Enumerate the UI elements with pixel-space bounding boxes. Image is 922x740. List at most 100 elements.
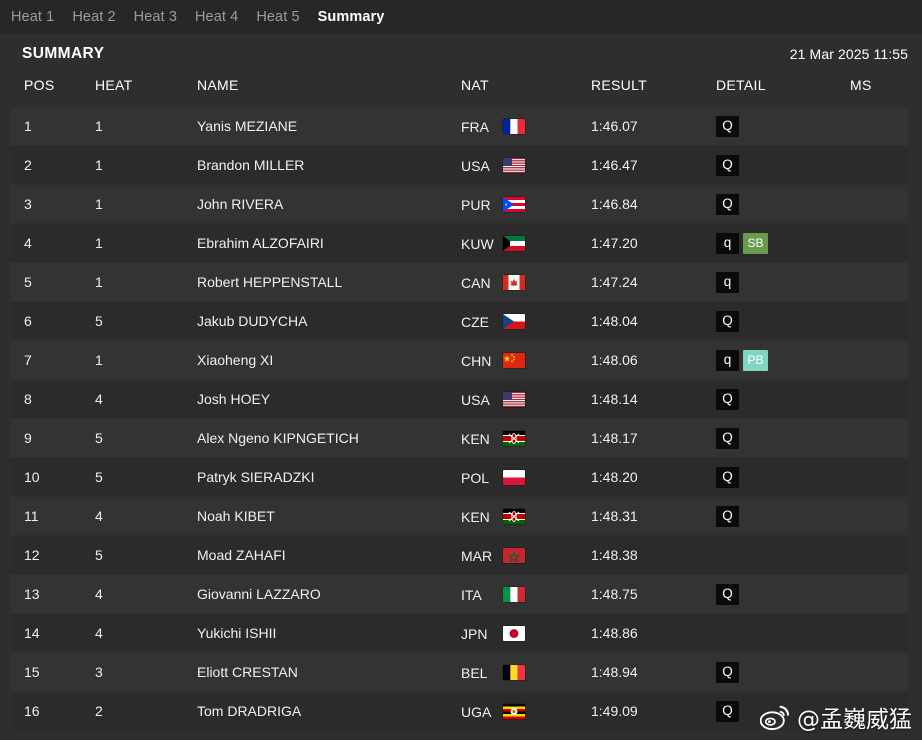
status-badge: Q xyxy=(716,583,739,605)
cell-ms xyxy=(850,496,908,536)
cell-position: 7 xyxy=(11,340,95,380)
cell-name: Brandon MILLER xyxy=(197,145,461,185)
table-row[interactable]: 6 5 Jakub DUDYCHA CZE 1:48.04 Q xyxy=(11,301,908,341)
cell-position: 2 xyxy=(11,145,95,185)
cell-position: 14 xyxy=(11,613,95,653)
cell-name: John RIVERA xyxy=(197,184,461,224)
table-row[interactable]: 12 5 Moad ZAHAFI MAR 1:48.38 xyxy=(11,535,908,575)
nat-code: JPN xyxy=(461,625,488,642)
table-row[interactable]: 7 1 Xiaoheng XI CHN 1:48.06 q PB xyxy=(11,340,908,380)
cell-detail: Q xyxy=(716,184,850,224)
detail-badges: q PB xyxy=(716,349,850,371)
cell-detail: Q xyxy=(716,301,850,341)
table-row[interactable]: 4 1 Ebrahim ALZOFAIRI KUW 1:47.20 q SB xyxy=(11,223,908,263)
cell-name: Robert HEPPENSTALL xyxy=(197,262,461,302)
table-row[interactable]: 9 5 Alex Ngeno KIPNGETICH KEN 1:48.17 Q xyxy=(11,418,908,458)
flag-icon xyxy=(503,665,525,681)
cell-heat: 5 xyxy=(95,457,197,497)
nat-code: USA xyxy=(461,157,490,174)
cell-heat: 1 xyxy=(95,184,197,224)
tab-heat-3[interactable]: Heat 3 xyxy=(134,7,177,27)
cell-position: 6 xyxy=(11,301,95,341)
cell-ms xyxy=(850,457,908,497)
cell-name: Noah KIBET xyxy=(197,496,461,536)
nat-code: FRA xyxy=(461,118,489,135)
cell-detail xyxy=(716,535,850,575)
column-header-heat: HEAT xyxy=(95,77,133,93)
table-row[interactable]: 14 4 Yukichi ISHII JPN 1:48.86 xyxy=(11,613,908,653)
cell-result: 1:48.20 xyxy=(591,457,716,497)
cell-name: Yukichi ISHII xyxy=(197,613,461,653)
table-row[interactable]: 13 4 Giovanni LAZZARO ITA 1:48.75 Q xyxy=(11,574,908,614)
tab-heat-4[interactable]: Heat 4 xyxy=(195,7,238,27)
table-row[interactable]: 10 5 Patryk SIERADZKI POL 1:48.20 Q xyxy=(11,457,908,497)
detail-badges: Q xyxy=(716,154,850,176)
cell-result: 1:48.31 xyxy=(591,496,716,536)
cell-result: 1:46.84 xyxy=(591,184,716,224)
tab-heat-2[interactable]: Heat 2 xyxy=(72,7,115,27)
cell-result: 1:48.04 xyxy=(591,301,716,341)
cell-detail: Q xyxy=(716,496,850,536)
detail-badges: Q xyxy=(716,310,850,332)
tab-heat-1[interactable]: Heat 1 xyxy=(11,7,54,27)
cell-heat: 1 xyxy=(95,223,197,263)
cell-result: 1:48.86 xyxy=(591,613,716,653)
cell-ms xyxy=(850,574,908,614)
cell-detail: Q xyxy=(716,652,850,692)
cell-name: Xiaoheng XI xyxy=(197,340,461,380)
cell-name: Giovanni LAZZARO xyxy=(197,574,461,614)
column-header-ms: MS xyxy=(850,77,872,93)
tab-heat-5[interactable]: Heat 5 xyxy=(256,7,299,27)
flag-icon xyxy=(503,275,525,291)
status-badge: q xyxy=(716,271,739,293)
nat-code: KEN xyxy=(461,430,490,447)
nat-code: PUR xyxy=(461,196,491,213)
cell-result: 1:48.38 xyxy=(591,535,716,575)
tab-summary[interactable]: Summary xyxy=(318,7,385,27)
cell-nationality: KEN xyxy=(461,418,591,458)
results-table: POS HEAT NAME NAT RESULT DETAIL MS 1 1 Yan… xyxy=(11,72,908,731)
cell-nationality: CZE xyxy=(461,301,591,341)
cell-heat: 1 xyxy=(95,340,197,380)
results-page: Heat 1 Heat 2 Heat 3 Heat 4 Heat 5 Summary SU… xyxy=(0,0,922,740)
table-row[interactable]: 8 4 Josh HOEY USA 1:48.14 Q xyxy=(11,379,908,419)
cell-detail: Q xyxy=(716,691,850,731)
table-row[interactable]: 3 1 John RIVERA PUR 1:46.84 Q xyxy=(11,184,908,224)
cell-nationality: MAR xyxy=(461,535,591,575)
nat-code: CZE xyxy=(461,313,489,330)
nat-code: CAN xyxy=(461,274,491,291)
cell-ms xyxy=(850,340,908,380)
cell-position: 5 xyxy=(11,262,95,302)
column-header-pos: POS xyxy=(24,77,55,93)
cell-result: 1:46.47 xyxy=(591,145,716,185)
cell-ms xyxy=(850,223,908,263)
cell-result: 1:48.94 xyxy=(591,652,716,692)
cell-detail: Q xyxy=(716,379,850,419)
cell-heat: 4 xyxy=(95,379,197,419)
cell-heat: 1 xyxy=(95,262,197,302)
status-badge: Q xyxy=(716,193,739,215)
status-badge: Q xyxy=(716,661,739,683)
cell-name: Moad ZAHAFI xyxy=(197,535,461,575)
cell-ms xyxy=(850,691,908,731)
table-row[interactable]: 15 3 Eliott CRESTAN BEL 1:48.94 Q xyxy=(11,652,908,692)
cell-nationality: USA xyxy=(461,379,591,419)
results-table-header: POS HEAT NAME NAT RESULT DETAIL MS xyxy=(11,72,908,107)
table-row[interactable]: 1 1 Yanis MEZIANE FRA 1:46.07 Q xyxy=(11,106,908,146)
table-row[interactable]: 5 1 Robert HEPPENSTALL CAN 1:47.24 q xyxy=(11,262,908,302)
table-row[interactable]: 2 1 Brandon MILLER USA 1:46.47 Q xyxy=(11,145,908,185)
cell-nationality: PUR xyxy=(461,184,591,224)
table-row[interactable]: 11 4 Noah KIBET KEN 1:48.31 Q xyxy=(11,496,908,536)
cell-ms xyxy=(850,184,908,224)
cell-heat: 4 xyxy=(95,496,197,536)
cell-position: 8 xyxy=(11,379,95,419)
table-row[interactable]: 16 2 Tom DRADRIGA UGA 1:49.09 Q xyxy=(11,691,908,731)
status-badge: Q xyxy=(716,505,739,527)
column-header-name: NAME xyxy=(197,77,239,93)
cell-nationality: CHN xyxy=(461,340,591,380)
cell-nationality: UGA xyxy=(461,691,591,731)
flag-icon xyxy=(503,587,525,603)
nat-code: MAR xyxy=(461,547,493,564)
cell-ms xyxy=(850,106,908,146)
flag-icon xyxy=(503,509,525,525)
